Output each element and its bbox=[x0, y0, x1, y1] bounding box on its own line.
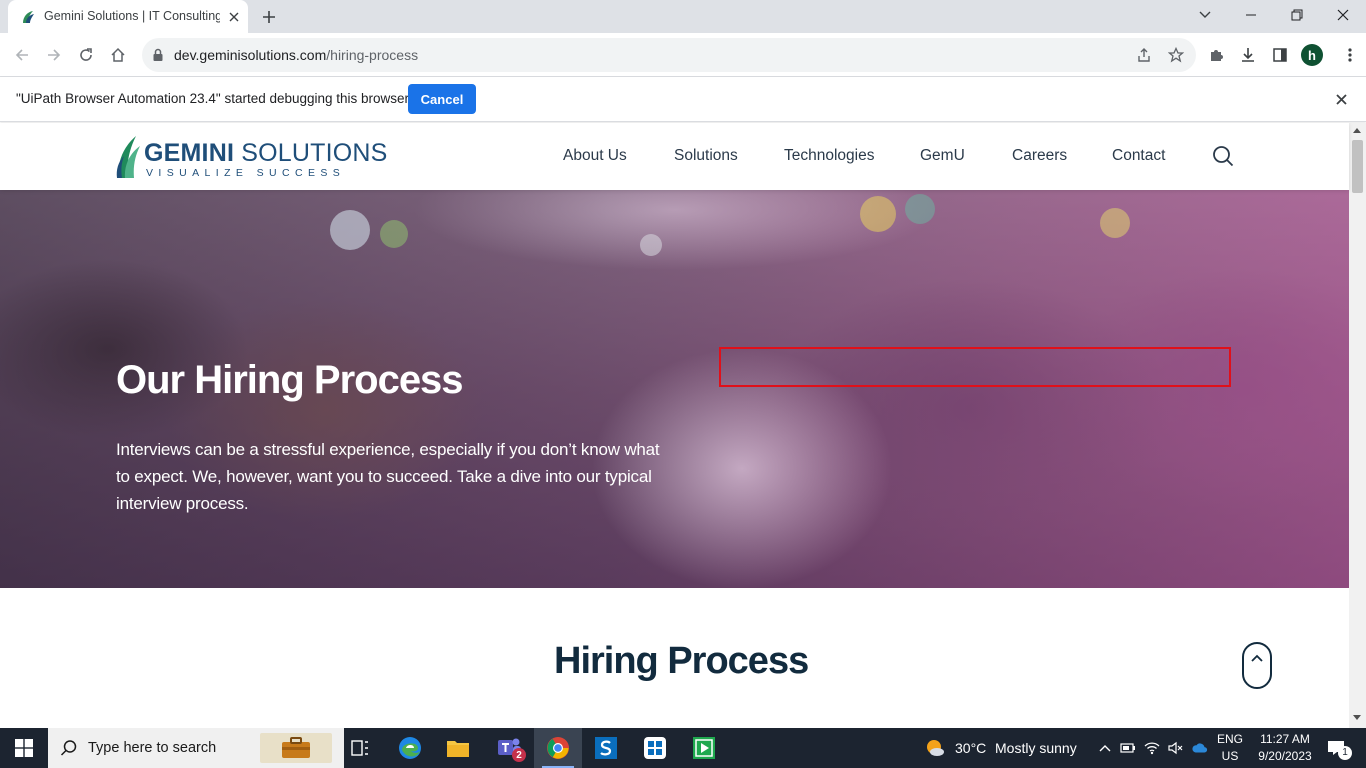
uipath-assistant-icon[interactable] bbox=[631, 728, 679, 768]
logo-word-gemini: GEMINI bbox=[144, 139, 235, 167]
automation-highlight-box bbox=[719, 347, 1231, 387]
gemini-solutions-logo[interactable]: GEMINI SOLUTIONS VISUALIZE SUCCESS bbox=[116, 132, 387, 180]
new-tab-icon[interactable] bbox=[258, 6, 280, 28]
scroll-up-arrow-icon[interactable] bbox=[1353, 128, 1361, 133]
nav-technologies[interactable]: Technologies bbox=[784, 147, 874, 165]
hero-banner: Our Hiring Process Interviews can be a s… bbox=[0, 190, 1349, 588]
address-bar[interactable]: dev.geminisolutions.com/hiring-process bbox=[142, 38, 1196, 72]
side-panel-icon[interactable] bbox=[1268, 43, 1292, 67]
task-view-icon[interactable] bbox=[336, 728, 384, 768]
back-icon[interactable] bbox=[10, 43, 34, 67]
nav-contact[interactable]: Contact bbox=[1112, 147, 1165, 165]
page-scrollbar[interactable] bbox=[1349, 123, 1366, 728]
close-window-icon[interactable] bbox=[1320, 0, 1366, 30]
debugging-infobar: "UiPath Browser Automation 23.4" started… bbox=[0, 77, 1366, 122]
taskbar-search-box[interactable]: Type here to search bbox=[48, 728, 344, 768]
tab-title: Gemini Solutions | IT Consulting bbox=[44, 9, 220, 23]
search-icon bbox=[60, 739, 78, 757]
balloon-decoration bbox=[380, 220, 408, 248]
notification-count-badge: 1 bbox=[1338, 746, 1352, 760]
wifi-icon[interactable] bbox=[1144, 740, 1160, 756]
taskbar-search-placeholder: Type here to search bbox=[88, 740, 217, 756]
search-highlight-briefcase-icon[interactable] bbox=[260, 733, 332, 763]
teams-badge: 2 bbox=[512, 748, 526, 762]
restore-icon[interactable] bbox=[1274, 0, 1320, 30]
search-icon[interactable] bbox=[1212, 145, 1234, 167]
weather-description[interactable]: Mostly sunny bbox=[995, 740, 1077, 756]
weather-sun-icon[interactable] bbox=[925, 738, 945, 758]
gemini-favicon-icon bbox=[20, 9, 36, 25]
downloads-icon[interactable] bbox=[1236, 43, 1260, 67]
clock-date[interactable]: 9/20/2023 bbox=[1252, 749, 1318, 763]
section-title: Hiring Process bbox=[554, 640, 809, 682]
scrollbar-thumb[interactable] bbox=[1352, 140, 1363, 193]
speaker-muted-icon[interactable] bbox=[1168, 740, 1184, 756]
page-viewport: GEMINI SOLUTIONS VISUALIZE SUCCESS About… bbox=[0, 123, 1366, 728]
cancel-debugging-button[interactable]: Cancel bbox=[408, 84, 476, 114]
nav-gemu[interactable]: GemU bbox=[920, 147, 965, 165]
tab-strip: Gemini Solutions | IT Consulting bbox=[0, 0, 1366, 33]
nav-solutions[interactable]: Solutions bbox=[674, 147, 738, 165]
menu-kebab-icon[interactable] bbox=[1338, 43, 1362, 67]
weather-temperature[interactable]: 30°C bbox=[955, 740, 986, 756]
browser-tab[interactable]: Gemini Solutions | IT Consulting bbox=[8, 0, 248, 33]
close-tab-icon[interactable] bbox=[226, 9, 242, 25]
infobar-message: "UiPath Browser Automation 23.4" started… bbox=[16, 91, 410, 106]
url-text[interactable]: dev.geminisolutions.com/hiring-process bbox=[174, 47, 418, 63]
balloon-decoration bbox=[905, 194, 935, 224]
tab-search-chevron-down-icon[interactable] bbox=[1182, 0, 1228, 30]
file-explorer-icon[interactable] bbox=[434, 728, 482, 768]
close-infobar-icon[interactable] bbox=[1332, 90, 1350, 108]
hero-description: Interviews can be a stressful experience… bbox=[116, 440, 660, 513]
chrome-icon[interactable] bbox=[534, 728, 582, 768]
nav-careers[interactable]: Careers bbox=[1012, 147, 1067, 165]
logo-wordmark: GEMINI SOLUTIONS bbox=[144, 139, 388, 168]
site-header: GEMINI SOLUTIONS VISUALIZE SUCCESS About… bbox=[0, 123, 1349, 190]
chevron-up-icon bbox=[1251, 654, 1263, 662]
nav-about-us[interactable]: About Us bbox=[563, 147, 627, 165]
logo-tagline: VISUALIZE SUCCESS bbox=[146, 167, 346, 179]
balloon-decoration bbox=[860, 196, 896, 232]
logo-leaf-icon bbox=[116, 136, 140, 178]
clock-time[interactable]: 11:27 AM bbox=[1252, 732, 1318, 746]
home-icon[interactable] bbox=[106, 43, 130, 67]
input-language[interactable]: ENG bbox=[1216, 732, 1244, 746]
scroll-down-arrow-icon[interactable] bbox=[1353, 715, 1361, 720]
reload-icon[interactable] bbox=[74, 43, 98, 67]
balloon-decoration bbox=[1100, 208, 1130, 238]
profile-avatar[interactable]: h bbox=[1301, 44, 1323, 66]
windows-start-icon[interactable] bbox=[0, 728, 48, 768]
browser-toolbar: dev.geminisolutions.com/hiring-process h bbox=[0, 33, 1366, 77]
lock-icon[interactable] bbox=[152, 48, 164, 62]
uipath-robot-play-icon[interactable] bbox=[680, 728, 728, 768]
windows-taskbar: Type here to search 2 30°C Mostly sunny bbox=[0, 728, 1366, 768]
url-host: dev.geminisolutions.com bbox=[174, 47, 327, 63]
teams-icon[interactable]: 2 bbox=[485, 728, 533, 768]
edge-browser-icon[interactable] bbox=[386, 728, 434, 768]
uipath-studio-icon[interactable] bbox=[582, 728, 630, 768]
balloon-decoration bbox=[330, 210, 370, 250]
scroll-to-top-button[interactable] bbox=[1242, 642, 1272, 689]
hero-title: Our Hiring Process bbox=[116, 358, 464, 402]
onedrive-cloud-icon[interactable] bbox=[1192, 740, 1208, 756]
input-region[interactable]: US bbox=[1216, 749, 1244, 763]
show-hidden-icons-chevron-up-icon[interactable] bbox=[1097, 740, 1113, 756]
extensions-puzzle-icon[interactable] bbox=[1204, 43, 1228, 67]
battery-plug-icon[interactable] bbox=[1120, 740, 1136, 756]
balloon-decoration bbox=[640, 234, 662, 256]
forward-icon[interactable] bbox=[42, 43, 66, 67]
url-path: /hiring-process bbox=[326, 47, 419, 63]
bookmark-star-icon[interactable] bbox=[1167, 46, 1185, 64]
minimize-icon[interactable] bbox=[1228, 0, 1274, 30]
share-icon[interactable] bbox=[1135, 46, 1153, 64]
logo-word-solutions: SOLUTIONS bbox=[241, 139, 388, 167]
